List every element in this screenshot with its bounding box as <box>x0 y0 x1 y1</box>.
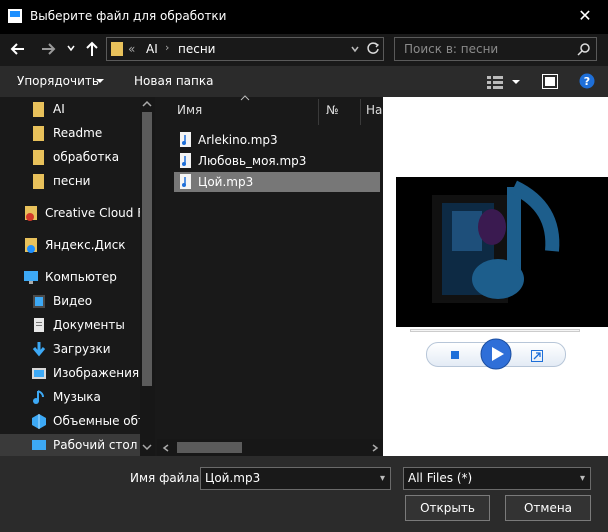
desktop-icon <box>32 440 46 450</box>
organize-button[interactable]: Упорядочить <box>17 74 99 88</box>
sort-ascending-icon <box>240 95 250 101</box>
audio-file-icon <box>180 132 191 147</box>
filename-dropdown-icon[interactable]: ▾ <box>380 468 385 489</box>
folder-icon <box>33 126 44 141</box>
3d-objects-icon <box>32 414 46 429</box>
pictures-icon <box>32 368 46 379</box>
seek-bar[interactable] <box>410 329 580 332</box>
window-title: Выберите файл для обработки <box>30 9 227 23</box>
file-row-lyubov-moya[interactable]: Любовь_моя.mp3 <box>174 151 380 171</box>
scroll-up-icon[interactable] <box>141 99 153 109</box>
back-arrow-icon[interactable] <box>6 35 30 63</box>
folder-icon <box>33 102 44 117</box>
sidebar-item-yandex-disk[interactable]: Яндекс.Диск <box>0 234 140 258</box>
sidebar-item-pictures[interactable]: Изображения <box>0 362 140 386</box>
column-header-name[interactable]: Имя <box>177 103 202 117</box>
file-type-value: All Files (*) <box>408 471 473 485</box>
creative-cloud-icon <box>25 206 37 221</box>
breadcrumb-chevron-icon[interactable]: › <box>165 41 169 54</box>
computer-icon <box>24 271 38 284</box>
sidebar-item-computer[interactable]: Компьютер <box>0 266 140 290</box>
scroll-left-icon[interactable] <box>161 443 171 453</box>
audio-file-icon <box>180 174 191 189</box>
file-row-arlekino[interactable]: Arlekino.mp3 <box>174 130 380 150</box>
sidebar-item-downloads[interactable]: Загрузки <box>0 338 140 362</box>
help-icon[interactable]: ? <box>579 73 595 89</box>
sidebar-item-video[interactable]: Видео <box>0 290 140 314</box>
scroll-right-icon[interactable] <box>370 443 380 453</box>
new-folder-button[interactable]: Новая папка <box>134 74 213 88</box>
forward-arrow-icon[interactable] <box>36 35 60 63</box>
file-type-dropdown-icon[interactable]: ▾ <box>580 468 585 489</box>
column-header-number[interactable]: № <box>326 103 338 117</box>
folder-icon <box>111 41 123 57</box>
folder-icon <box>33 150 44 165</box>
sidebar-item-pesni[interactable]: песни <box>0 170 140 194</box>
cancel-button[interactable]: Отмена <box>505 495 591 521</box>
audio-file-icon <box>180 153 191 168</box>
horizontal-scroll-thumb[interactable] <box>177 442 242 453</box>
filename-value: Цой.mp3 <box>205 471 261 485</box>
view-dropdown-icon[interactable] <box>511 78 521 86</box>
search-placeholder: Поиск в: песни <box>404 42 499 56</box>
search-icon[interactable] <box>577 42 591 56</box>
downloads-icon <box>32 342 46 357</box>
yandex-disk-icon <box>25 238 37 253</box>
open-in-player-icon[interactable] <box>531 350 543 362</box>
media-preview-thumbnail <box>396 177 608 327</box>
open-button[interactable]: Открыть <box>405 495 490 521</box>
refresh-icon[interactable] <box>366 41 380 55</box>
filename-input[interactable]: Цой.mp3 ▾ <box>200 467 391 490</box>
filename-label: Имя файла: <box>130 471 204 485</box>
sidebar-item-ai[interactable]: AI <box>0 98 140 122</box>
sidebar-item-readme[interactable]: Readme <box>0 122 140 146</box>
documents-icon <box>34 318 44 332</box>
folder-icon <box>33 174 44 189</box>
stop-icon[interactable] <box>451 351 459 359</box>
scroll-down-icon[interactable] <box>141 442 153 452</box>
breadcrumb-pesni[interactable]: песни <box>178 42 215 56</box>
sidebar-item-3d-objects[interactable]: Объемные объ <box>0 410 140 434</box>
play-button[interactable] <box>480 338 512 370</box>
path-overflow[interactable]: « <box>128 42 135 56</box>
close-button[interactable]: ✕ <box>570 3 600 29</box>
up-arrow-icon[interactable] <box>84 39 100 59</box>
sidebar-item-music[interactable]: Музыка <box>0 386 140 410</box>
file-row-tsoy-selected[interactable]: Цой.mp3 <box>174 172 380 192</box>
recent-chevron-icon[interactable] <box>66 43 76 53</box>
svg-text:?: ? <box>584 75 590 88</box>
music-icon <box>33 390 44 404</box>
video-icon <box>33 295 45 308</box>
view-options-icon[interactable] <box>487 74 505 90</box>
sidebar-item-documents[interactable]: Документы <box>0 314 140 338</box>
sidebar-item-desktop[interactable]: Рабочий стол <box>0 434 140 458</box>
breadcrumb-ai[interactable]: AI <box>146 42 158 56</box>
organize-dropdown-icon[interactable] <box>95 77 105 85</box>
navigation-scroll-thumb[interactable] <box>142 112 152 386</box>
column-divider[interactable] <box>318 99 319 125</box>
column-header-title[interactable]: На <box>366 103 382 117</box>
column-divider[interactable] <box>360 99 361 125</box>
address-dropdown-icon[interactable] <box>350 42 360 56</box>
file-type-select[interactable]: All Files (*) ▾ <box>403 467 591 490</box>
sidebar-item-obrabotka[interactable]: обработка <box>0 146 140 170</box>
sidebar-item-creative-cloud[interactable]: Creative Cloud Fil <box>0 202 140 226</box>
preview-pane-icon[interactable] <box>542 74 558 89</box>
app-icon <box>8 9 22 23</box>
